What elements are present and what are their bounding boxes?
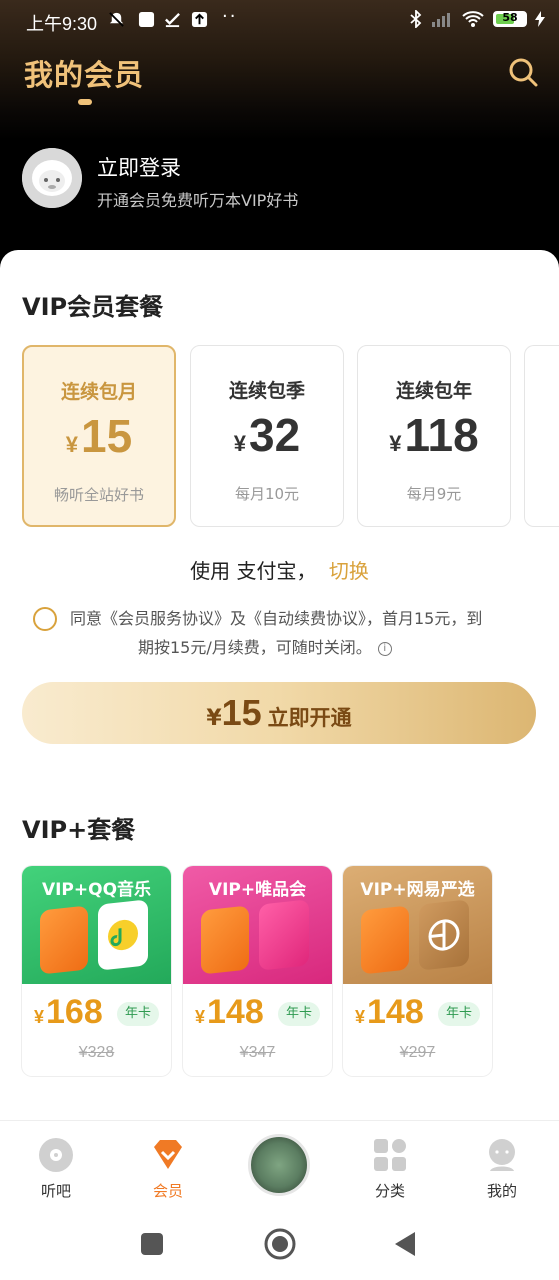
- title-indicator: [78, 99, 92, 105]
- combo-card-netease-yanxuan[interactable]: VIP+网易严选 ¥148 年卡 ¥297: [343, 866, 492, 1076]
- tab-vip[interactable]: 会员: [128, 1121, 208, 1216]
- payment-method-row: 使用 支付宝， 切换: [190, 559, 369, 583]
- info-icon[interactable]: i: [377, 641, 392, 656]
- annual-card-badge: 年卡: [438, 1002, 480, 1026]
- bluetooth-icon: [410, 10, 422, 28]
- lanren-app-icon: [361, 905, 409, 975]
- check-notification-icon: [165, 12, 180, 28]
- plan-desc: 每月9元: [406, 485, 462, 503]
- combo-original-price: ¥347: [239, 1044, 276, 1061]
- app-notification-icon: [138, 11, 155, 28]
- login-subtitle: 开通会员免费听万本VIP好书: [97, 191, 299, 210]
- combo-banner: VIP+QQ音乐: [22, 866, 171, 984]
- lanren-app-icon: [40, 905, 88, 975]
- plan-name: 连续包年: [395, 380, 472, 402]
- plan-price: ¥118: [389, 409, 479, 461]
- combo-banner: VIP+唯品会: [183, 866, 332, 984]
- combo-card-qq-music[interactable]: VIP+QQ音乐 ¥168 年卡 ¥328: [22, 866, 171, 1076]
- qq-music-app-icon: [98, 899, 148, 971]
- open-membership-button[interactable]: ¥15 立即开通: [22, 682, 536, 744]
- recent-apps-icon[interactable]: [140, 1232, 164, 1256]
- plan-name: 连续包月: [60, 381, 137, 403]
- agreement-text: 同意《会员服务协议》及《自动续费协议》，首月15元，到 期按15元/月续费，可随…: [70, 609, 483, 657]
- combo-original-price: ¥297: [399, 1044, 436, 1061]
- more-notifications-icon: ··: [222, 6, 238, 27]
- avatar[interactable]: [22, 148, 82, 208]
- login-link[interactable]: 立即登录: [97, 152, 181, 182]
- combo-original-price: ¥328: [78, 1044, 115, 1061]
- plan-name: 连续包季: [228, 380, 305, 402]
- combo-card-vipshop[interactable]: VIP+唯品会 ¥148 年卡 ¥347: [183, 866, 332, 1076]
- system-navigation-bar: [0, 1215, 559, 1280]
- tab-mine[interactable]: 我的: [462, 1121, 542, 1216]
- search-icon[interactable]: [507, 56, 539, 88]
- plan-card-partial[interactable]: [524, 345, 559, 527]
- plan-desc: 畅听全站好书: [53, 486, 144, 504]
- tab-listen[interactable]: 听吧: [16, 1121, 96, 1216]
- status-right: 58: [409, 10, 545, 28]
- agreement-checkbox[interactable]: [33, 607, 57, 631]
- default-avatar-icon: [22, 148, 82, 208]
- lanren-app-icon: [201, 905, 249, 975]
- profile-icon: [489, 1139, 515, 1171]
- combo-price: ¥168: [34, 993, 103, 1031]
- wifi-icon: [462, 11, 484, 27]
- status-bar: 上午9:30 ·· 58: [0, 0, 559, 44]
- switch-payment-link[interactable]: 切换: [329, 559, 369, 583]
- charging-icon: [535, 11, 545, 27]
- plan-card-yearly[interactable]: 连续包年 ¥118 每月9元: [357, 345, 511, 527]
- vip-plus-section-title: VIP+套餐: [22, 816, 136, 844]
- battery-icon: 58: [493, 11, 527, 27]
- mute-bell-icon: [109, 12, 124, 27]
- signal-icon: [432, 13, 450, 27]
- plan-price: ¥15: [65, 410, 133, 462]
- annual-card-badge: 年卡: [117, 1002, 159, 1026]
- home-icon[interactable]: [263, 1227, 297, 1261]
- annual-card-badge: 年卡: [278, 1002, 320, 1026]
- header-area: 上午9:30 ·· 58 我的会员 立即登录 开通会员免费听万本VIP好书: [0, 0, 559, 270]
- vipshop-app-icon: [259, 899, 309, 971]
- disc-icon: [39, 1138, 73, 1172]
- yanxuan-app-icon: [419, 899, 469, 971]
- payment-method-name: 支付宝: [236, 559, 297, 583]
- plan-card-monthly[interactable]: 连续包月 ¥15 畅听全站好书: [22, 345, 176, 527]
- now-playing-cover[interactable]: [248, 1134, 310, 1196]
- plan-card-quarterly[interactable]: 连续包季 ¥32 每月10元: [190, 345, 344, 527]
- upload-notification-icon: [191, 11, 208, 28]
- combo-price: ¥148: [195, 993, 264, 1031]
- plan-price: ¥32: [233, 409, 301, 461]
- combo-price: ¥148: [355, 993, 424, 1031]
- vip-section-title: VIP会员套餐: [22, 293, 164, 321]
- status-time: 上午9:30: [26, 14, 98, 34]
- back-icon[interactable]: [393, 1231, 417, 1257]
- combo-banner: VIP+网易严选: [343, 866, 492, 984]
- category-grid-icon: [374, 1139, 406, 1171]
- plan-desc: 每月10元: [234, 485, 300, 503]
- tab-category[interactable]: 分类: [350, 1121, 430, 1216]
- page-title: 我的会员: [24, 58, 145, 92]
- vip-diamond-icon: [154, 1140, 182, 1169]
